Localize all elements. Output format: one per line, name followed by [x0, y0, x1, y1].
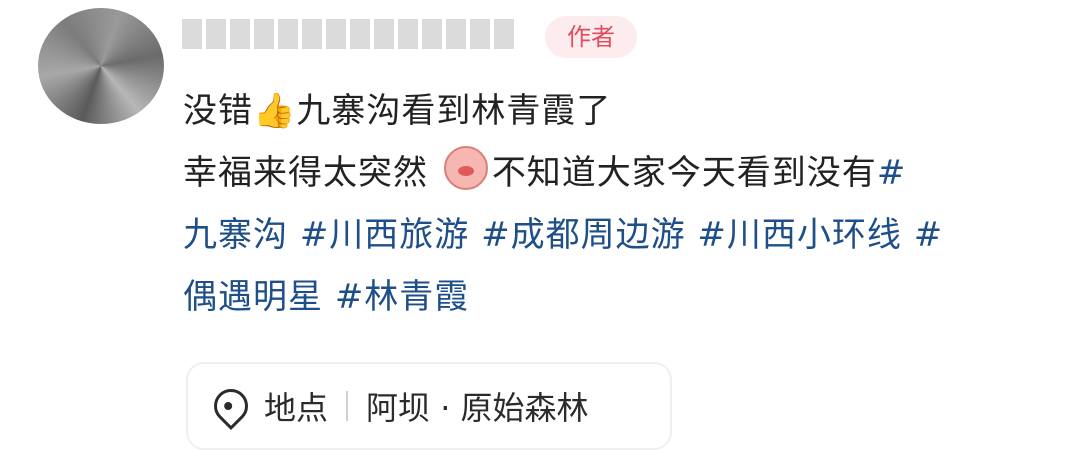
- comment-line-4: 偶遇明星 #林青霞: [183, 266, 1053, 328]
- comment-text-segment: 九寨沟看到林青霞了: [296, 91, 612, 131]
- comment-line-3: 九寨沟 #川西旅游 #成都周边游 #川西小环线 #: [183, 204, 1053, 266]
- comment-text-segment: 没错: [183, 91, 253, 131]
- hashtag-chengdu-nearby[interactable]: #成都周边游: [481, 215, 697, 255]
- comment-text: 没错👍九寨沟看到林青霞了 幸福来得太突然 不知道大家今天看到没有# 九寨沟 #川…: [183, 80, 1053, 328]
- username-blurred[interactable]: [182, 16, 528, 52]
- hashtag-lin-qingxia[interactable]: #林青霞: [335, 277, 470, 317]
- hashtag-jiuzhaigou[interactable]: 九寨沟: [183, 215, 300, 255]
- hashtag-chuanxi-loop[interactable]: #川西小环线: [697, 215, 913, 255]
- location-pin-icon: [206, 381, 256, 431]
- divider: [346, 391, 349, 421]
- hashtag-celebrity-encounter[interactable]: 偶遇明星: [183, 277, 335, 317]
- hashtag-chuanxi-travel[interactable]: #川西旅游: [300, 215, 481, 255]
- location-label: 地点: [264, 389, 329, 427]
- pig-face-icon: [443, 146, 488, 190]
- author-badge: 作者: [545, 16, 637, 58]
- avatar[interactable]: [38, 8, 164, 124]
- comment-text-segment: 不知道大家今天看到没有: [491, 153, 877, 193]
- thumbs-up-icon: 👍: [253, 91, 297, 131]
- hashtag-link[interactable]: #: [877, 153, 907, 193]
- comment-line-1: 没错👍九寨沟看到林青霞了: [183, 80, 1053, 142]
- hashtag-link[interactable]: #: [914, 215, 944, 255]
- comment-text-segment: 幸福来得太突然: [183, 153, 440, 193]
- location-value: 阿坝 · 原始森林: [366, 389, 589, 427]
- location-chip[interactable]: 地点 阿坝 · 原始森林: [186, 362, 672, 450]
- comment-line-2: 幸福来得太突然 不知道大家今天看到没有#: [183, 142, 1053, 204]
